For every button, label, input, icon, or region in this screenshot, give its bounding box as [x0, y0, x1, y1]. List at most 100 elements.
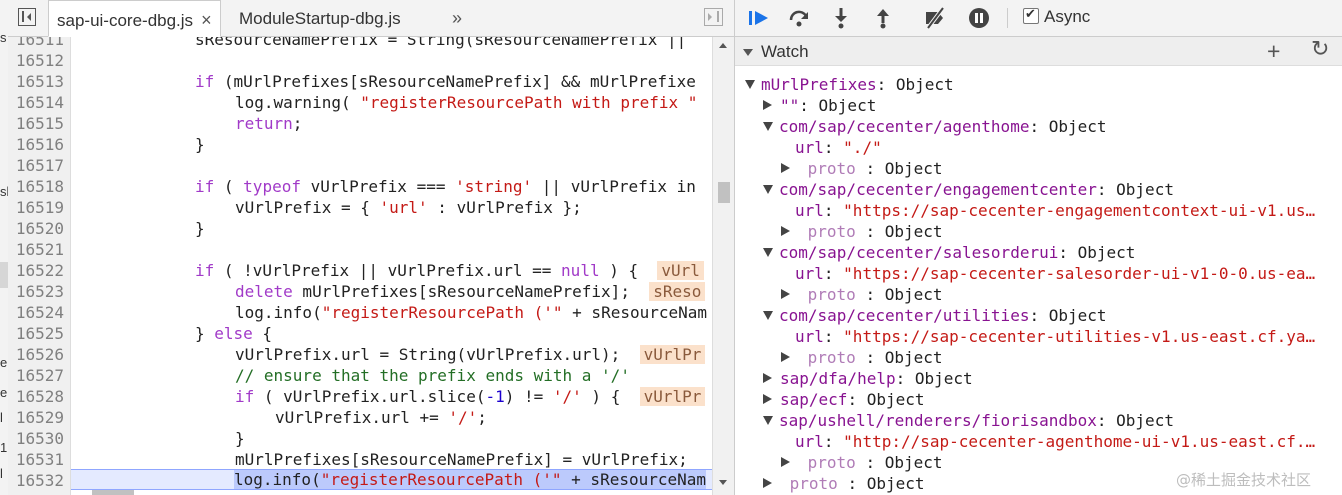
line-number[interactable]: 16529 — [8, 407, 64, 428]
expand-triangle-icon[interactable] — [763, 373, 772, 383]
expand-triangle-icon[interactable] — [763, 122, 773, 131]
pause-on-exceptions-icon[interactable] — [967, 6, 991, 30]
async-checkbox[interactable]: Async — [1023, 6, 1090, 27]
tree-node-proto[interactable]: proto : Object — [781, 221, 943, 242]
tree-node-proto[interactable]: proto : Object — [781, 452, 943, 473]
tab-module-startup[interactable]: ModuleStartup-dbg.js — [231, 0, 409, 36]
tree-node[interactable]: com/sap/cecenter/utilities: Object — [763, 305, 1107, 326]
expand-triangle-icon[interactable] — [781, 457, 790, 467]
line-number[interactable]: 16528 — [8, 386, 64, 407]
line-number[interactable]: 16519 — [8, 197, 64, 218]
tree-node-proto[interactable]: proto : Object — [781, 347, 943, 368]
more-tabs-icon[interactable]: » — [452, 0, 462, 36]
watermark: @稀土掘金技术社区 — [1176, 471, 1312, 489]
vertical-scrollbar[interactable] — [712, 37, 734, 495]
line-number[interactable]: 16524 — [8, 302, 64, 323]
code-area[interactable]: sResourceNamePrefix = String(sResourceNa… — [71, 37, 712, 495]
debugger-sidebar: Async Watch + ↻ mUrlPrefixes: Object "":… — [734, 0, 1342, 495]
line-number[interactable]: 16521 — [8, 239, 64, 260]
toggle-debugger-icon[interactable] — [704, 8, 723, 26]
line-number[interactable]: 16513 — [8, 71, 64, 92]
tree-property[interactable]: url: "https://sap-cecenter-utilities-v1.… — [795, 326, 1315, 347]
expand-triangle-icon[interactable] — [763, 394, 772, 404]
line-number[interactable]: 16522 — [8, 260, 64, 281]
watch-section-header[interactable]: Watch + ↻ — [735, 37, 1342, 66]
line-number[interactable]: 16532 — [8, 470, 64, 491]
line-number[interactable]: 16531 — [8, 449, 64, 470]
watch-title: Watch — [761, 42, 809, 61]
tree-property[interactable]: url: "https://sap-cecenter-salesorder-ui… — [795, 263, 1315, 284]
tab-sap-ui-core[interactable]: sap-ui-core-dbg.js × — [48, 0, 221, 37]
step-into-icon[interactable] — [829, 6, 853, 30]
toggle-navigator-icon[interactable] — [18, 8, 36, 26]
tree-property[interactable]: url: "http://sap-cecenter-agenthome-ui-v… — [795, 431, 1315, 452]
tree-node-proto[interactable]: proto : Object — [781, 284, 943, 305]
tree-node[interactable]: sap/dfa/help: Object — [763, 368, 973, 389]
expand-triangle-icon[interactable] — [781, 289, 790, 299]
expand-triangle-icon[interactable] — [781, 163, 790, 173]
line-number[interactable]: 16518 — [8, 176, 64, 197]
step-over-icon[interactable] — [787, 6, 811, 30]
tree-property[interactable]: url: "./" — [795, 137, 882, 158]
resume-icon[interactable] — [747, 6, 771, 30]
inline-value-badge: vUrlPr — [639, 387, 706, 406]
strip-fragment: e — [0, 385, 8, 400]
line-number[interactable]: 16525 — [8, 323, 64, 344]
deactivate-breakpoints-icon[interactable] — [923, 6, 947, 30]
expand-triangle-icon[interactable] — [763, 478, 772, 488]
inline-value-badge: vUrl — [657, 261, 704, 280]
expand-triangle-icon[interactable] — [763, 185, 773, 194]
refresh-icon[interactable]: ↻ — [1311, 37, 1329, 62]
line-number[interactable]: 16514 — [8, 92, 64, 113]
line-number-gutter[interactable]: 16511 16512 16513 16514 16515 16516 1651… — [8, 37, 71, 495]
tree-node[interactable]: "": Object — [763, 95, 876, 116]
tree-node-root[interactable]: mUrlPrefixes: Object — [745, 74, 954, 95]
code-line: vUrlPrefix.url += '/'; — [275, 408, 487, 427]
tree-node[interactable]: sap/ushell/renderers/fiorisandbox: Objec… — [763, 410, 1174, 431]
line-number[interactable]: 16515 — [8, 113, 64, 134]
code-line: if ( !vUrlPrefix || vUrlPrefix.url == nu… — [195, 260, 704, 281]
code-line: mUrlPrefixes[sResourceNamePrefix] = vUrl… — [235, 450, 688, 469]
watch-tree: mUrlPrefixes: Object "": Object com/sap/… — [735, 70, 1342, 495]
line-number[interactable]: 16512 — [8, 50, 64, 71]
close-icon[interactable]: × — [201, 10, 212, 30]
line-number[interactable]: 16517 — [8, 155, 64, 176]
tree-node[interactable]: sap/ecf: Object — [763, 389, 925, 410]
expand-triangle-icon[interactable] — [745, 80, 755, 89]
scroll-up-icon[interactable] — [719, 43, 727, 48]
expand-triangle-icon[interactable] — [763, 248, 773, 257]
expand-triangle-icon[interactable] — [763, 311, 773, 320]
strip-fragment: l — [0, 466, 3, 481]
collapse-triangle-icon[interactable] — [743, 49, 753, 56]
expand-triangle-icon[interactable] — [763, 416, 773, 425]
line-number[interactable]: 16511 — [8, 37, 64, 50]
line-number[interactable]: 16523 — [8, 281, 64, 302]
expand-triangle-icon[interactable] — [781, 226, 790, 236]
code-line: } — [195, 219, 205, 238]
checkbox-icon[interactable] — [1023, 6, 1039, 24]
add-watch-icon[interactable]: + — [1267, 38, 1280, 65]
debugger-toolbar: Async — [735, 0, 1342, 37]
strip-fragment: 1 — [0, 440, 8, 455]
scroll-down-icon[interactable] — [719, 480, 727, 485]
tree-node-proto[interactable]: proto : Object — [781, 158, 943, 179]
tree-node[interactable]: com/sap/cecenter/agenthome: Object — [763, 116, 1107, 137]
scroll-thumb[interactable] — [718, 182, 730, 203]
strip-selection[interactable] — [0, 262, 8, 288]
selected-expression: log.info("registerResourcePath ('" + sRe… — [234, 470, 707, 489]
line-number[interactable]: 16530 — [8, 428, 64, 449]
tree-node[interactable]: com/sap/cecenter/engagementcenter: Objec… — [763, 179, 1174, 200]
line-number[interactable]: 16526 — [8, 344, 64, 365]
tree-property[interactable]: url: "https://sap-cecenter-engagementcon… — [795, 200, 1315, 221]
step-out-icon[interactable] — [871, 6, 895, 30]
line-number[interactable]: 16527 — [8, 365, 64, 386]
tree-node[interactable]: com/sap/cecenter/salesorderui: Object — [763, 242, 1135, 263]
expand-triangle-icon[interactable] — [781, 352, 790, 362]
tree-node-proto[interactable]: proto : Object — [763, 473, 925, 494]
line-number[interactable]: 16520 — [8, 218, 64, 239]
code-line: if ( vUrlPrefix.url.slice(-1) != '/' ) {… — [235, 386, 706, 407]
code-line: if ( typeof vUrlPrefix === 'string' || v… — [195, 177, 696, 196]
line-number[interactable]: 16516 — [8, 134, 64, 155]
expand-triangle-icon[interactable] — [763, 100, 772, 110]
horizontal-scroll-thumb[interactable] — [92, 490, 134, 495]
